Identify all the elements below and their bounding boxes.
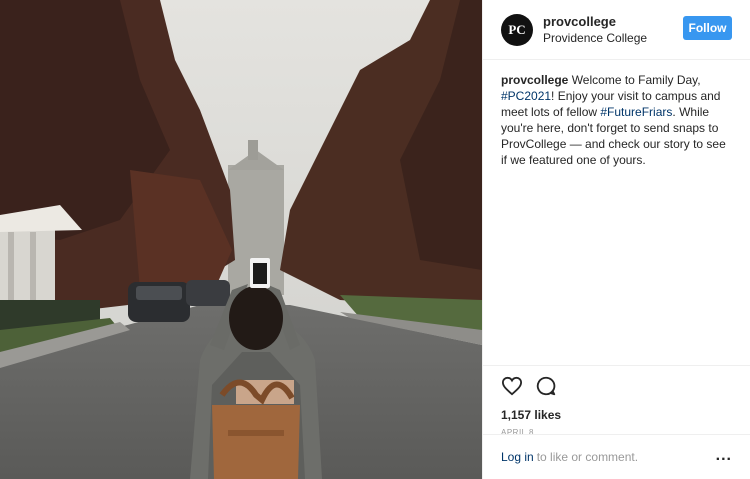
action-icons	[501, 374, 732, 402]
comment-prompt-text: to like or comment.	[536, 450, 639, 464]
likes-count[interactable]: 1,157 likes	[501, 408, 732, 422]
hashtag-link-pc2021[interactable]: #PC2021	[501, 89, 551, 103]
post-sidebar: PC provcollege Providence College Follow…	[482, 0, 750, 479]
more-options-icon[interactable]: ...	[716, 448, 732, 464]
avatar[interactable]: PC	[501, 13, 533, 46]
post-photo[interactable]	[0, 0, 482, 479]
post-caption: provcollege Welcome to Family Day, #PC20…	[483, 60, 750, 168]
photo-illustration	[0, 0, 482, 479]
comment-icon[interactable]	[535, 375, 557, 402]
post-actions: 1,157 likes April 8	[483, 365, 750, 437]
caption-username-link[interactable]: provcollege	[501, 73, 568, 87]
instagram-post: PC provcollege Providence College Follow…	[0, 0, 750, 479]
account-names: provcollege Providence College	[543, 14, 647, 46]
avatar-logo-text: PC	[508, 21, 526, 37]
post-header: PC provcollege Providence College Follow	[483, 0, 750, 60]
heart-icon[interactable]	[501, 376, 523, 401]
caption-text-1: Welcome to Family Day,	[568, 73, 701, 87]
hashtag-link-futurefriars[interactable]: #FutureFriars	[600, 105, 672, 119]
login-link[interactable]: Log in	[501, 450, 534, 464]
follow-button[interactable]: Follow	[683, 16, 732, 40]
location-link[interactable]: Providence College	[543, 30, 647, 46]
comment-bar: Log in to like or comment. ...	[483, 434, 750, 479]
username-link[interactable]: provcollege	[543, 14, 647, 30]
